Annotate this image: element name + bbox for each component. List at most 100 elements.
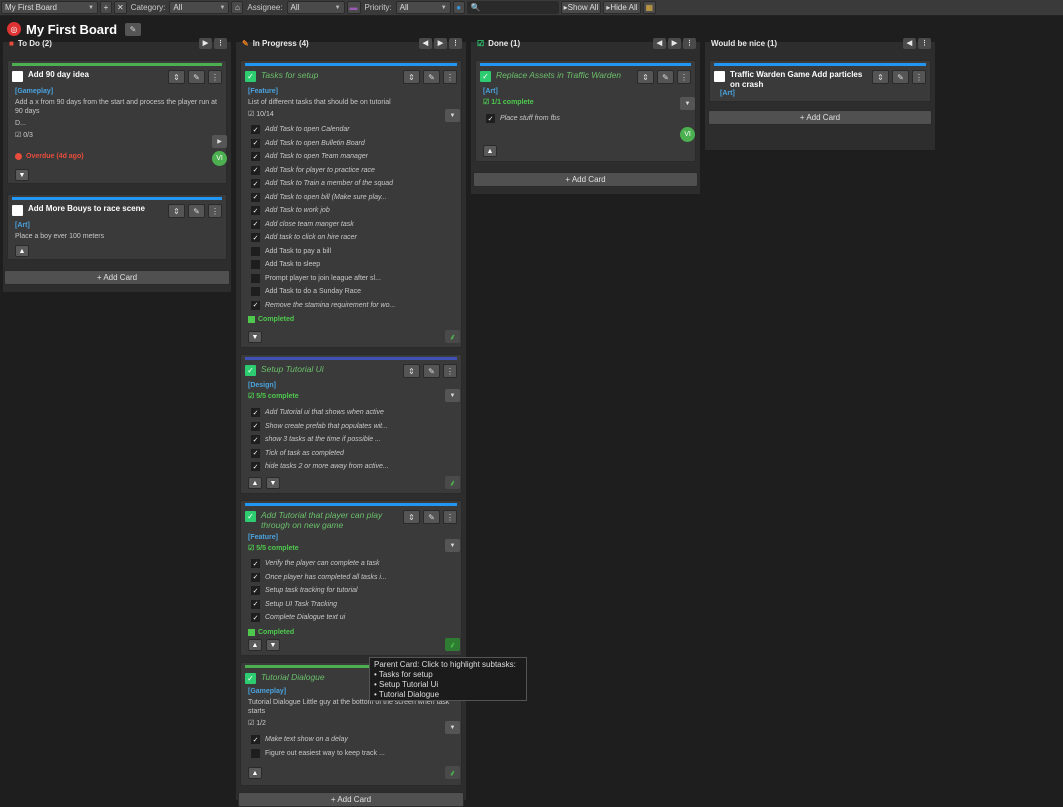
subtask[interactable]: ✓ Verify the player can complete a task: [241, 557, 461, 571]
drag-handle-icon[interactable]: ⇕: [403, 70, 420, 84]
card-checkbox[interactable]: [12, 71, 23, 82]
move-column-right-button[interactable]: ▶: [668, 37, 681, 49]
priority-select[interactable]: All ▼: [395, 1, 451, 14]
expand-subtasks-button[interactable]: ▶: [212, 135, 227, 148]
subtask[interactable]: Figure out easiest way to keep track ...: [241, 747, 461, 761]
subtask[interactable]: Prompt player to join league after sl...: [241, 272, 461, 286]
subtask-checkbox[interactable]: ✓: [251, 462, 260, 472]
card-checkbox[interactable]: ✓: [245, 365, 256, 376]
edit-card-button[interactable]: ✎: [423, 510, 440, 524]
drag-handle-icon[interactable]: ⇕: [637, 70, 654, 84]
subtask-checkbox[interactable]: ✓: [251, 192, 260, 202]
subtask[interactable]: ✓ Setup task tracking for tutorial: [241, 584, 461, 598]
drag-handle-icon[interactable]: ⇕: [168, 70, 185, 84]
card-checkbox[interactable]: ✓: [245, 673, 256, 684]
subtask-tree-icon[interactable]: ⸙: [445, 476, 460, 489]
edit-card-button[interactable]: ✎: [188, 204, 205, 218]
card[interactable]: ✓ Setup Tutorial Ui ⇕ ✎ ⋮ [Design] ☑ 5/5 c…: [240, 354, 462, 494]
subtask[interactable]: ✓ hide tasks 2 or more away from active..…: [241, 460, 461, 474]
subtask-checkbox[interactable]: ✓: [251, 219, 260, 229]
collapse-button[interactable]: ▼: [266, 639, 280, 651]
subtask[interactable]: ✓ Add close team manger task: [241, 218, 461, 232]
move-column-left-button[interactable]: ◀: [419, 37, 432, 49]
subtask-checkbox[interactable]: ✓: [251, 559, 260, 569]
column-menu-button[interactable]: ⋮: [214, 37, 227, 49]
card[interactable]: ✓ Add Tutorial that player can play thro…: [240, 500, 462, 656]
subtask-checkbox[interactable]: ✓: [251, 300, 260, 310]
subtask[interactable]: ✓ Make text show on a delay: [241, 733, 461, 747]
subtask-checkbox[interactable]: [251, 246, 260, 256]
subtask-checkbox[interactable]: ✓: [486, 114, 495, 124]
card[interactable]: Add More Bouys to race scene ⇕ ✎ ⋮ [Art] P…: [7, 194, 227, 260]
card[interactable]: Add 90 day idea ⇕ ✎ ⋮ [Gameplay] Add a x f…: [7, 60, 227, 184]
edit-card-button[interactable]: ✎: [423, 70, 440, 84]
move-up-button[interactable]: ▲: [248, 477, 262, 489]
subtask-checkbox[interactable]: ✓: [251, 448, 260, 458]
subtask-checkbox[interactable]: ✓: [251, 421, 260, 431]
collapse-subtasks-button[interactable]: ▼: [445, 109, 460, 122]
subtask-checkbox[interactable]: ✓: [251, 613, 260, 623]
subtask[interactable]: ✓ Add Task to work job: [241, 204, 461, 218]
subtask-checkbox[interactable]: ✓: [251, 206, 260, 216]
collapse-subtasks-button[interactable]: ▼: [445, 389, 460, 402]
avatar[interactable]: VI: [680, 127, 695, 142]
move-column-right-button[interactable]: ▶: [434, 37, 447, 49]
subtask[interactable]: ✓ Add Task to open bill (Make sure play..…: [241, 191, 461, 205]
card-checkbox[interactable]: [12, 205, 23, 216]
subtask[interactable]: ✓ Place stuff from fbs: [476, 112, 695, 126]
edit-card-button[interactable]: ✎: [657, 70, 674, 84]
card[interactable]: Traffic Warden Game Add particles on cra…: [709, 60, 931, 102]
add-board-button[interactable]: +: [100, 1, 112, 14]
subtask-checkbox[interactable]: ✓: [251, 408, 260, 418]
card-menu-button[interactable]: ⋮: [443, 364, 457, 378]
user-icon[interactable]: ▬: [346, 1, 361, 14]
edit-card-button[interactable]: ✎: [188, 70, 205, 84]
subtask-checkbox[interactable]: ✓: [251, 152, 260, 162]
edit-card-button[interactable]: ✎: [423, 364, 440, 378]
add-card-button[interactable]: + Add Card: [473, 172, 698, 187]
subtask-checkbox[interactable]: [251, 260, 260, 270]
card-menu-button[interactable]: ⋮: [208, 204, 222, 218]
move-column-left-button[interactable]: ◀: [653, 37, 666, 49]
column-menu-button[interactable]: ⋮: [449, 37, 462, 49]
subtask-checkbox[interactable]: ✓: [251, 179, 260, 189]
collapse-subtasks-button[interactable]: ▼: [445, 539, 460, 552]
drag-handle-icon[interactable]: ⇕: [403, 510, 420, 524]
subtask[interactable]: Add Task to sleep: [241, 258, 461, 272]
collapse-button[interactable]: ▼: [248, 331, 262, 343]
subtask[interactable]: ✓ Add Task to open Calendar: [241, 123, 461, 137]
collapse-subtasks-button[interactable]: ▼: [680, 97, 695, 110]
assignee-select[interactable]: All ▼: [286, 1, 345, 14]
card[interactable]: ✓ Replace Assets in Traffic Warden ⇕ ✎ ⋮ […: [475, 60, 696, 162]
subtask-checkbox[interactable]: [251, 287, 260, 297]
subtask-checkbox[interactable]: ✓: [251, 586, 260, 596]
column-menu-button[interactable]: ⋮: [918, 37, 931, 49]
move-column-right-button[interactable]: ▶: [199, 37, 212, 49]
subtask[interactable]: ✓ Setup UI Task Tracking: [241, 598, 461, 612]
subtask-tree-icon[interactable]: ⸙: [445, 766, 460, 779]
delete-board-button[interactable]: ✕: [114, 1, 127, 14]
expand-button[interactable]: ▲: [15, 245, 29, 257]
subtask[interactable]: ✓ Add Task to open Bulletin Board: [241, 137, 461, 151]
subtask[interactable]: ✓ Add Task to open Team manager: [241, 150, 461, 164]
subtask[interactable]: ✓ Complete Dialogue text ui: [241, 611, 461, 625]
card-checkbox[interactable]: ✓: [245, 511, 256, 522]
hide-all-button[interactable]: ▸ Hide All: [603, 1, 641, 14]
subtask-tree-icon[interactable]: ⸙: [445, 638, 460, 651]
show-all-button[interactable]: ▸ Show All: [560, 1, 602, 14]
move-up-button[interactable]: ▲: [248, 767, 262, 779]
subtask[interactable]: ✓ Add Tutorial ui that shows when active: [241, 406, 461, 420]
card[interactable]: ✓ Tasks for setup ⇕ ✎ ⋮ [Feature] List of …: [240, 60, 462, 348]
subtask[interactable]: Add Task to do a Sunday Race: [241, 285, 461, 299]
collapse-button[interactable]: ▼: [266, 477, 280, 489]
drag-handle-icon[interactable]: ⇕: [403, 364, 420, 378]
edit-card-button[interactable]: ✎: [892, 70, 909, 84]
subtask-checkbox[interactable]: ✓: [251, 138, 260, 148]
subtask-tree-icon[interactable]: ⸙: [445, 330, 460, 343]
card-menu-button[interactable]: ⋮: [208, 70, 222, 84]
edit-title-button[interactable]: ✎: [125, 22, 142, 36]
add-card-button[interactable]: + Add Card: [708, 110, 932, 125]
settings-icon[interactable]: ▦: [642, 1, 657, 14]
subtask-checkbox[interactable]: ✓: [251, 165, 260, 175]
subtask-checkbox[interactable]: ✓: [251, 572, 260, 582]
